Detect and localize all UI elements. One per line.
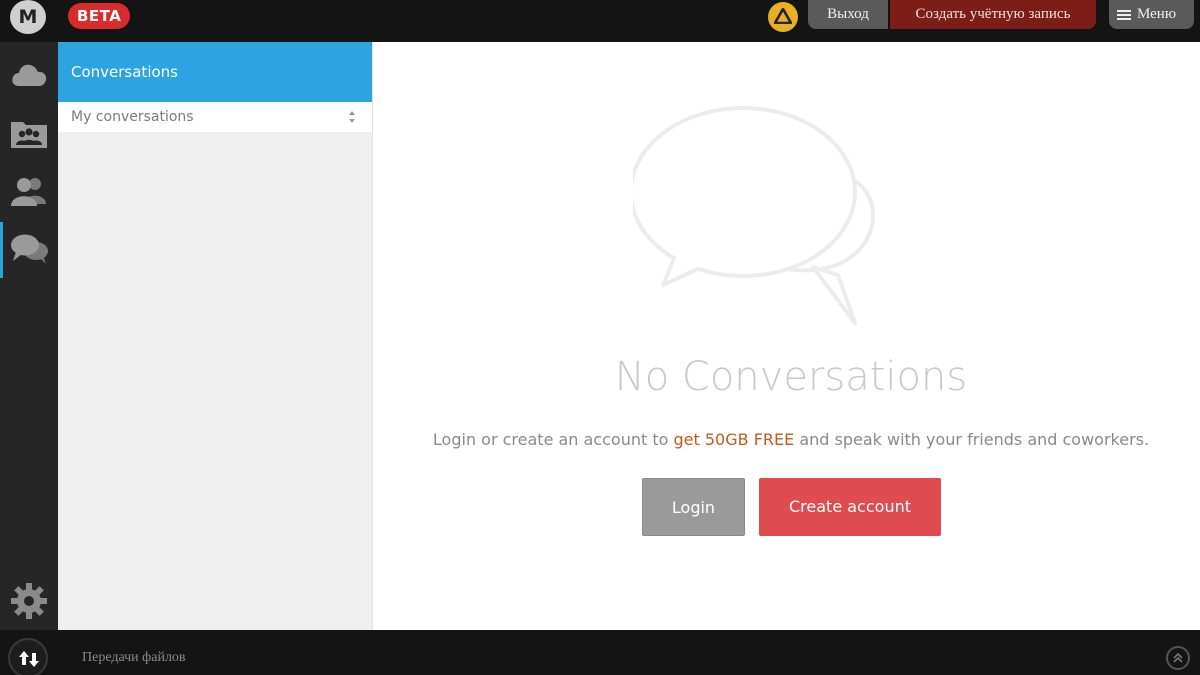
settings-gear-icon	[11, 583, 47, 619]
empty-state-title: No Conversations	[614, 354, 968, 400]
bottom-bar: Передачи файлов	[0, 630, 1200, 675]
left-icon-rail	[0, 42, 58, 630]
menu-label: Меню	[1137, 6, 1177, 22]
login-button[interactable]: Login	[642, 478, 745, 536]
hamburger-icon	[1117, 8, 1131, 22]
transfer-arrows-icon	[19, 651, 39, 667]
menu-button[interactable]: Меню	[1109, 0, 1194, 29]
transfers-label[interactable]: Передачи файлов	[82, 650, 186, 666]
contacts-icon	[11, 178, 46, 206]
free-storage-highlight: get 50GB FREE	[673, 430, 795, 449]
filter-value: My conversations	[71, 109, 194, 125]
empty-state-text: Login or create an account to get 50GB F…	[373, 430, 1200, 449]
rail-item-settings[interactable]	[0, 574, 58, 630]
empty-text-suffix: and speak with your friends and coworker…	[794, 430, 1150, 449]
chevron-up-icon	[1173, 652, 1183, 663]
rail-item-conversations[interactable]	[0, 222, 58, 278]
transfers-toggle[interactable]	[8, 638, 48, 675]
top-bar: M BETA Выход Создать учётную запись Меню	[0, 0, 1200, 42]
create-account-top-button[interactable]: Создать учётную запись	[890, 0, 1096, 29]
rail-item-contacts[interactable]	[0, 164, 58, 220]
panel-title: Conversations	[58, 42, 372, 102]
shared-folders-icon	[11, 122, 47, 148]
empty-text-prefix: Login or create an account to	[432, 430, 674, 449]
beta-badge: BETA	[68, 3, 131, 29]
scroll-up-button[interactable]	[1166, 646, 1190, 670]
select-arrows-icon	[349, 111, 355, 123]
mega-logo[interactable]: M	[10, 0, 46, 34]
chat-bubbles-icon	[633, 106, 876, 325]
main-content: No Conversations Login or create an acco…	[372, 42, 1200, 630]
rail-item-cloud-drive[interactable]	[0, 48, 58, 104]
rail-item-shared-folders[interactable]	[0, 106, 58, 162]
create-account-button[interactable]: Create account	[759, 478, 941, 536]
conversations-icon	[11, 234, 48, 264]
conversations-panel: Conversations My conversations	[58, 42, 372, 630]
cloud-drive-icon	[12, 64, 47, 86]
conversations-filter-select[interactable]: My conversations	[58, 102, 372, 132]
warning-icon[interactable]	[768, 2, 798, 32]
exit-button[interactable]: Выход	[808, 0, 888, 29]
